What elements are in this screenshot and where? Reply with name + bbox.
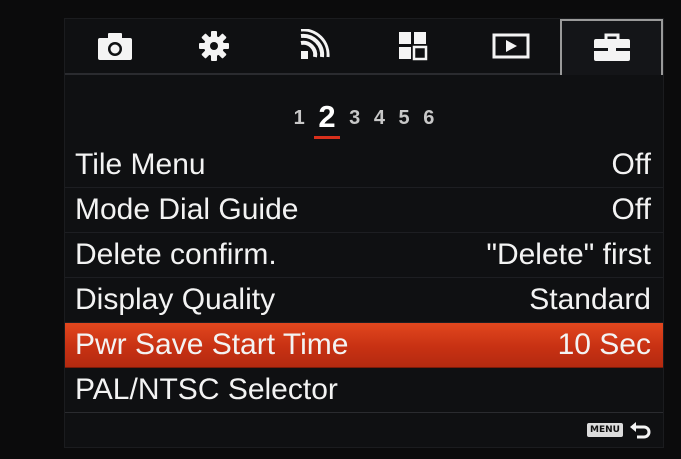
menu-item-value: "Delete" first <box>486 238 651 271</box>
menu-key-icon: MENU <box>587 423 623 437</box>
page-number-5[interactable]: 5 <box>399 107 410 130</box>
menu-item-value: 10 Sec <box>557 328 651 361</box>
page-number-6[interactable]: 6 <box>423 107 434 130</box>
menu-item-delete-confirm[interactable]: Delete confirm. "Delete" first <box>65 233 663 278</box>
return-arrow-icon <box>630 422 651 439</box>
toolbox-icon <box>593 33 630 61</box>
camera-lcd-frame: 1 2 3 4 5 6 Tile Menu Off Mode Dial Guid… <box>0 0 681 459</box>
playback-icon <box>492 33 529 59</box>
page-number-2[interactable]: 2 <box>314 99 340 139</box>
menu-item-mode-dial-guide[interactable]: Mode Dial Guide Off <box>65 188 663 233</box>
footer-bar: MENU <box>65 412 663 447</box>
wireless-icon <box>300 29 330 59</box>
menu-item-tile-menu[interactable]: Tile Menu Off <box>65 143 663 188</box>
menu-item-pwr-save-start-time[interactable]: Pwr Save Start Time 10 Sec <box>65 323 663 368</box>
menu-item-label: Pwr Save Start Time <box>75 328 349 361</box>
tab-application[interactable] <box>362 19 461 75</box>
tab-shooting[interactable] <box>65 19 164 75</box>
menu-item-value: Standard <box>529 283 651 316</box>
menu-item-display-quality[interactable]: Display Quality Standard <box>65 278 663 323</box>
settings-list: Tile Menu Off Mode Dial Guide Off Delete… <box>65 143 663 413</box>
menu-item-label: Tile Menu <box>75 148 206 181</box>
tab-wireless[interactable] <box>263 19 362 75</box>
application-icon <box>398 32 427 61</box>
page-indicator: 1 2 3 4 5 6 <box>65 99 663 139</box>
page-number-4[interactable]: 4 <box>374 107 385 130</box>
menu-item-label: PAL/NTSC Selector <box>75 373 338 406</box>
tab-custom-settings[interactable] <box>164 19 263 75</box>
page-number-3[interactable]: 3 <box>349 107 360 130</box>
settings-screen: 1 2 3 4 5 6 Tile Menu Off Mode Dial Guid… <box>64 18 664 448</box>
menu-item-value: Off <box>611 193 651 226</box>
camera-icon <box>97 33 132 60</box>
menu-item-value: Off <box>611 148 651 181</box>
menu-item-label: Mode Dial Guide <box>75 193 299 226</box>
page-number-1[interactable]: 1 <box>294 107 305 130</box>
menu-item-label: Delete confirm. <box>75 238 277 271</box>
menu-tab-bar <box>65 19 663 75</box>
gear-icon <box>198 31 229 61</box>
menu-item-label: Display Quality <box>75 283 276 316</box>
menu-item-pal-ntsc-selector[interactable]: PAL/NTSC Selector <box>65 368 663 413</box>
tab-setup[interactable] <box>560 19 663 75</box>
back-hint[interactable]: MENU <box>587 419 653 441</box>
tab-playback[interactable] <box>461 19 560 75</box>
